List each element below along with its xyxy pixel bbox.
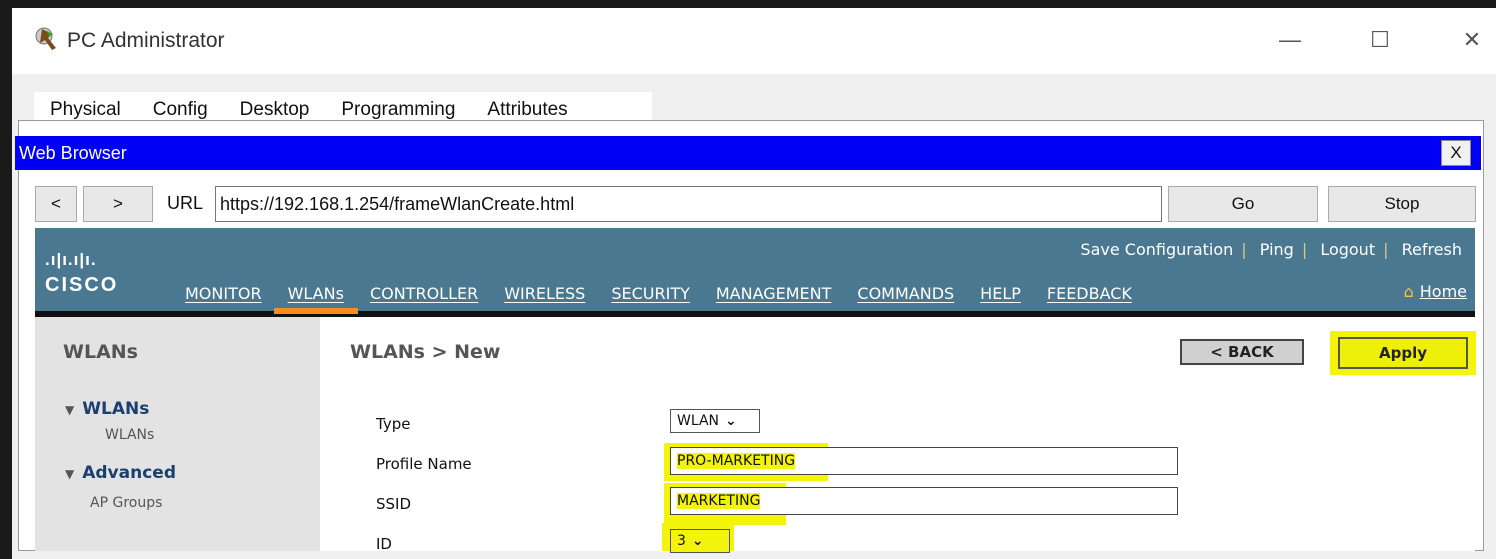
menu-security[interactable]: SECURITY bbox=[611, 282, 690, 306]
chevron-down-icon: ⌄ bbox=[691, 533, 704, 549]
sidebar-item-wlans[interactable]: WLANs bbox=[105, 427, 154, 443]
menu-monitor[interactable]: MONITOR bbox=[185, 282, 262, 306]
menu-help[interactable]: HELP bbox=[980, 282, 1021, 306]
ping-link[interactable]: Ping bbox=[1260, 240, 1294, 259]
main-content: WLANs > New < BACK Apply Type WLAN ⌄ Prof… bbox=[320, 317, 1476, 553]
minimize-icon[interactable]: — bbox=[1270, 22, 1310, 58]
menu-controller[interactable]: CONTROLLER bbox=[370, 282, 478, 306]
sidebar-group-advanced[interactable]: ▼ Advanced bbox=[65, 463, 176, 483]
ssid-value: MARKETING bbox=[677, 493, 761, 509]
page-title: WLANs > New bbox=[350, 341, 501, 363]
save-configuration-link[interactable]: Save Configuration bbox=[1080, 240, 1233, 259]
id-select[interactable]: 3 ⌄ bbox=[670, 529, 730, 553]
cisco-header: .ı|ı.ı|ı. CISCO Save Configuration | Ping… bbox=[35, 228, 1475, 317]
cisco-logo-word: CISCO bbox=[45, 274, 119, 296]
menu-feedback[interactable]: FEEDBACK bbox=[1047, 282, 1132, 306]
top-links: Save Configuration | Ping | Logout | Refres… bbox=[1080, 240, 1462, 259]
url-input[interactable]: https://192.168.1.254/frameWlanCreate.ht… bbox=[215, 186, 1162, 222]
stop-button[interactable]: Stop bbox=[1328, 186, 1476, 222]
browser-title: Web Browser bbox=[19, 143, 127, 163]
type-label: Type bbox=[376, 415, 411, 433]
sidebar: WLANs ▼ WLANs WLANs ▼ Advanced AP Groups bbox=[35, 317, 320, 551]
sidebar-group-label: Advanced bbox=[82, 463, 176, 483]
url-label: URL bbox=[167, 193, 204, 213]
collapse-triangle-icon: ▼ bbox=[65, 467, 75, 481]
logout-link[interactable]: Logout bbox=[1320, 240, 1375, 259]
collapse-triangle-icon: ▼ bbox=[65, 403, 75, 417]
browser-nav-row: < > URL https://192.168.1.254/frameWlanC… bbox=[35, 186, 1476, 226]
menu-wireless[interactable]: WIRELESS bbox=[504, 282, 585, 306]
home-label: Home bbox=[1419, 282, 1467, 301]
ssid-label: SSID bbox=[376, 495, 412, 513]
sidebar-group-label: WLANs bbox=[82, 399, 150, 419]
browser-title-bar: Web Browser X bbox=[15, 136, 1481, 170]
cisco-logo: .ı|ı.ı|ı. CISCO bbox=[45, 250, 118, 297]
main-menu: MONITOR WLANs CONTROLLER WIRELESS SECURI… bbox=[185, 282, 1158, 314]
profile-name-label: Profile Name bbox=[376, 455, 472, 473]
pc-app-icon bbox=[35, 27, 56, 50]
type-value: WLAN bbox=[677, 413, 720, 429]
ssid-input[interactable]: MARKETING bbox=[670, 487, 1178, 515]
home-icon: ⌂ bbox=[1403, 282, 1414, 301]
profile-name-value: PRO-MARKETING bbox=[677, 453, 796, 469]
menu-management[interactable]: MANAGEMENT bbox=[716, 282, 832, 306]
maximize-icon[interactable]: ☐ bbox=[1360, 22, 1400, 58]
type-select[interactable]: WLAN ⌄ bbox=[670, 409, 760, 433]
title-bar: PC Administrator — ☐ ✕ bbox=[12, 8, 1496, 74]
go-button[interactable]: Go bbox=[1168, 186, 1318, 222]
apply-button[interactable]: Apply bbox=[1338, 337, 1468, 369]
cisco-logo-bars: .ı|ı.ı|ı. bbox=[45, 250, 97, 269]
sidebar-item-ap-groups[interactable]: AP Groups bbox=[90, 495, 162, 511]
sidebar-title: WLANs bbox=[63, 341, 138, 363]
id-label: ID bbox=[376, 535, 392, 553]
browser-close-button[interactable]: X bbox=[1441, 140, 1471, 166]
back-button[interactable]: < bbox=[35, 186, 77, 222]
back-nav-button[interactable]: < BACK bbox=[1180, 339, 1304, 365]
home-link[interactable]: ⌂ Home bbox=[1404, 282, 1467, 301]
id-value: 3 bbox=[677, 533, 686, 549]
refresh-link[interactable]: Refresh bbox=[1402, 240, 1462, 259]
sidebar-group-wlans[interactable]: ▼ WLANs bbox=[65, 399, 149, 419]
forward-button[interactable]: > bbox=[83, 186, 153, 222]
menu-commands[interactable]: COMMANDS bbox=[857, 282, 954, 306]
menu-wlans[interactable]: WLANs bbox=[273, 282, 359, 314]
close-icon[interactable]: ✕ bbox=[1452, 22, 1492, 58]
profile-name-input[interactable]: PRO-MARKETING bbox=[670, 447, 1178, 475]
window-title: PC Administrator bbox=[67, 29, 225, 52]
chevron-down-icon: ⌄ bbox=[725, 413, 737, 429]
